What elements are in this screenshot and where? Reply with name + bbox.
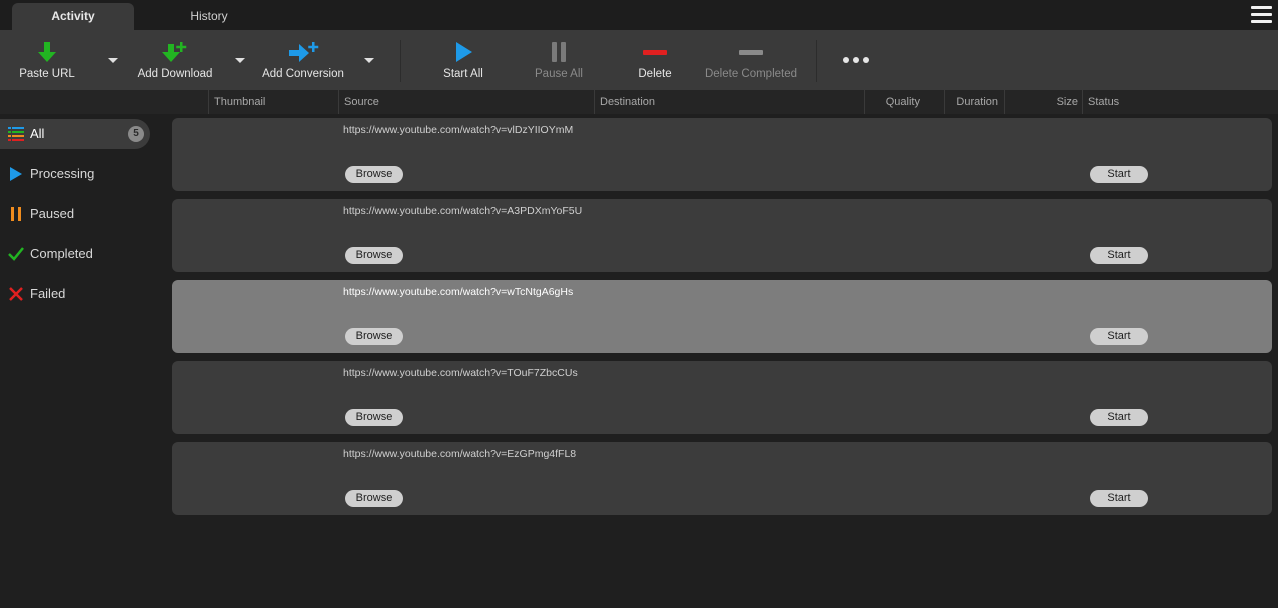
play-icon <box>456 42 472 62</box>
browse-button[interactable]: Browse <box>345 328 403 345</box>
pause-all-label: Pause All <box>535 68 583 80</box>
toolbar: Paste URL Add Download Add Conversion St… <box>0 30 1278 90</box>
hamburger-menu-icon[interactable] <box>1251 6 1272 24</box>
browse-button[interactable]: Browse <box>345 166 403 183</box>
add-conversion-icon <box>289 42 319 62</box>
pause-icon <box>11 207 21 221</box>
download-arrow-icon <box>38 42 56 62</box>
add-download-dropdown-icon[interactable] <box>233 54 247 66</box>
delete-button[interactable]: Delete <box>620 30 690 90</box>
sidebar-item-label: Failed <box>30 286 66 301</box>
delete-completed-button[interactable]: Delete Completed <box>700 30 802 90</box>
sidebar-item-paused[interactable]: Paused <box>0 199 150 229</box>
start-button[interactable]: Start <box>1090 490 1148 507</box>
col-source[interactable]: Source <box>338 90 594 114</box>
sidebar-item-completed[interactable]: Completed <box>0 239 150 269</box>
start-button[interactable]: Start <box>1090 409 1148 426</box>
start-all-button[interactable]: Start All <box>428 30 498 90</box>
browse-button[interactable]: Browse <box>345 409 403 426</box>
paste-url-button[interactable]: Paste URL <box>12 30 82 90</box>
cross-icon <box>9 287 23 301</box>
sidebar-item-label: Completed <box>30 246 93 261</box>
more-dots-icon <box>843 57 869 63</box>
source-url: https://www.youtube.com/watch?v=A3PDXmYo… <box>343 205 583 217</box>
table-row[interactable]: https://www.youtube.com/watch?v=EzGPmg4f… <box>172 442 1272 515</box>
minus-grey-icon <box>739 50 763 55</box>
source-url: https://www.youtube.com/watch?v=TOuF7Zbc… <box>343 367 578 379</box>
tab-activity[interactable]: Activity <box>12 3 134 30</box>
sidebar-item-failed[interactable]: Failed <box>0 279 150 309</box>
paste-url-dropdown-icon[interactable] <box>106 54 120 66</box>
add-conversion-dropdown-icon[interactable] <box>362 54 376 66</box>
table-row-selected[interactable]: https://www.youtube.com/watch?v=wTcNtgA6… <box>172 280 1272 353</box>
col-quality[interactable]: Quality <box>864 90 944 114</box>
sidebar: All 5 Processing Paused Completed Failed <box>0 114 160 608</box>
sidebar-item-processing[interactable]: Processing <box>0 159 150 189</box>
column-header: Thumbnail Source Destination Quality Dur… <box>0 90 1278 114</box>
start-all-label: Start All <box>443 68 483 80</box>
list-icon <box>8 127 24 141</box>
col-destination[interactable]: Destination <box>594 90 864 114</box>
delete-label: Delete <box>638 68 672 80</box>
minus-red-icon <box>643 50 667 55</box>
sidebar-item-label: Processing <box>30 166 95 181</box>
start-button[interactable]: Start <box>1090 166 1148 183</box>
count-badge: 5 <box>128 126 144 142</box>
col-thumbnail[interactable]: Thumbnail <box>208 90 338 114</box>
table-row[interactable]: https://www.youtube.com/watch?v=TOuF7Zbc… <box>172 361 1272 434</box>
pause-all-button[interactable]: Pause All <box>524 30 594 90</box>
add-conversion-button[interactable]: Add Conversion <box>262 30 344 90</box>
table-row[interactable]: https://www.youtube.com/watch?v=vlDzYIIO… <box>172 118 1272 191</box>
sidebar-item-label: Paused <box>30 206 75 221</box>
col-duration[interactable]: Duration <box>944 90 1004 114</box>
col-size[interactable]: Size <box>1004 90 1082 114</box>
source-url: https://www.youtube.com/watch?v=EzGPmg4f… <box>343 448 577 460</box>
sidebar-item-all[interactable]: All 5 <box>0 119 150 149</box>
toolbar-separator <box>816 40 817 82</box>
add-download-icon <box>162 42 187 62</box>
sidebar-item-label: All <box>30 126 45 141</box>
play-icon <box>10 167 22 181</box>
delete-completed-label: Delete Completed <box>704 68 798 80</box>
browse-button[interactable]: Browse <box>345 247 403 264</box>
browse-button[interactable]: Browse <box>345 490 403 507</box>
table-row[interactable]: https://www.youtube.com/watch?v=A3PDXmYo… <box>172 199 1272 272</box>
tab-bar: Activity History <box>0 0 1278 30</box>
pause-icon <box>552 42 566 62</box>
source-url: https://www.youtube.com/watch?v=wTcNtgA6… <box>343 286 574 298</box>
tab-history[interactable]: History <box>150 3 268 30</box>
col-status[interactable]: Status <box>1082 90 1276 114</box>
start-button[interactable]: Start <box>1090 247 1148 264</box>
start-button[interactable]: Start <box>1090 328 1148 345</box>
toolbar-separator <box>400 40 401 82</box>
app-window: Activity History Paste URL Add Download <box>0 0 1278 608</box>
paste-url-label: Paste URL <box>19 68 75 80</box>
add-download-button[interactable]: Add Download <box>136 30 214 90</box>
source-url: https://www.youtube.com/watch?v=vlDzYIIO… <box>343 124 574 136</box>
add-download-label: Add Download <box>137 68 213 80</box>
more-options-button[interactable] <box>834 30 878 90</box>
check-icon <box>8 247 24 261</box>
add-conversion-label: Add Conversion <box>262 68 344 80</box>
